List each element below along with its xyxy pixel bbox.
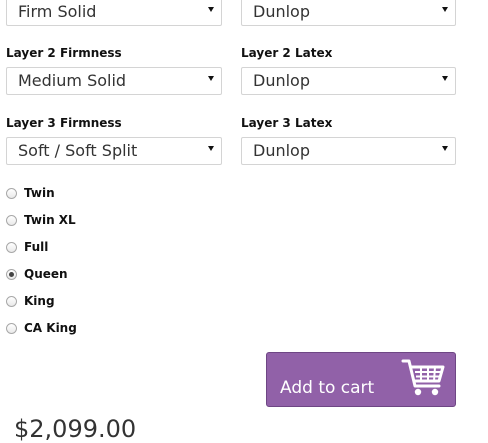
add-to-cart-label: Add to cart [280, 378, 375, 398]
layer-3-latex-label: Layer 3 Latex [241, 116, 333, 130]
size-option-label: Queen [24, 267, 68, 281]
size-option-label: Full [24, 240, 49, 254]
size-option-label: Twin [24, 186, 55, 200]
add-to-cart-button[interactable]: Add to cart [266, 352, 456, 407]
chevron-down-icon [208, 146, 214, 151]
size-radio[interactable] [6, 295, 17, 307]
layer-3-firmness-select[interactable]: Soft / Soft Split [6, 137, 222, 165]
product-price: $2,099.00 [14, 415, 137, 443]
size-option-king[interactable]: King [6, 293, 55, 309]
size-radio[interactable] [6, 322, 17, 334]
layer-3-firmness-label: Layer 3 Firmness [6, 116, 122, 130]
size-option-full[interactable]: Full [6, 239, 48, 255]
chevron-down-icon [442, 76, 448, 81]
layer-1-firmness-select[interactable]: Firm Solid [6, 0, 222, 26]
layer-2-firmness-select[interactable]: Medium Solid [6, 67, 222, 95]
layer-2-latex-label: Layer 2 Latex [241, 46, 333, 60]
layer-3-latex-value: Dunlop [253, 141, 310, 160]
shopping-cart-icon [401, 359, 445, 396]
size-option-label: King [24, 294, 55, 308]
chevron-down-icon [208, 76, 214, 81]
layer-3-firmness-value: Soft / Soft Split [18, 141, 138, 160]
layer-1-latex-value: Dunlop [253, 2, 310, 21]
chevron-down-icon [208, 7, 214, 12]
size-option-ca-king[interactable]: CA King [6, 320, 77, 336]
size-radio-selected[interactable] [6, 268, 17, 280]
layer-2-latex-select[interactable]: Dunlop [241, 67, 456, 95]
layer-3-latex-select[interactable]: Dunlop [241, 137, 456, 165]
layer-1-firmness-value: Firm Solid [18, 2, 97, 21]
size-radio[interactable] [6, 187, 17, 199]
layer-2-firmness-label: Layer 2 Firmness [6, 46, 122, 60]
layer-2-firmness-value: Medium Solid [18, 71, 127, 90]
size-radio[interactable] [6, 214, 17, 226]
size-option-twin[interactable]: Twin [6, 185, 55, 201]
size-option-twin-xl[interactable]: Twin XL [6, 212, 76, 228]
chevron-down-icon [442, 146, 448, 151]
size-option-label: CA King [24, 321, 77, 335]
layer-1-latex-select[interactable]: Dunlop [241, 0, 456, 26]
size-radio[interactable] [6, 241, 17, 253]
size-option-label: Twin XL [24, 213, 76, 227]
layer-2-latex-value: Dunlop [253, 71, 310, 90]
size-option-queen[interactable]: Queen [6, 266, 68, 282]
chevron-down-icon [442, 7, 448, 12]
